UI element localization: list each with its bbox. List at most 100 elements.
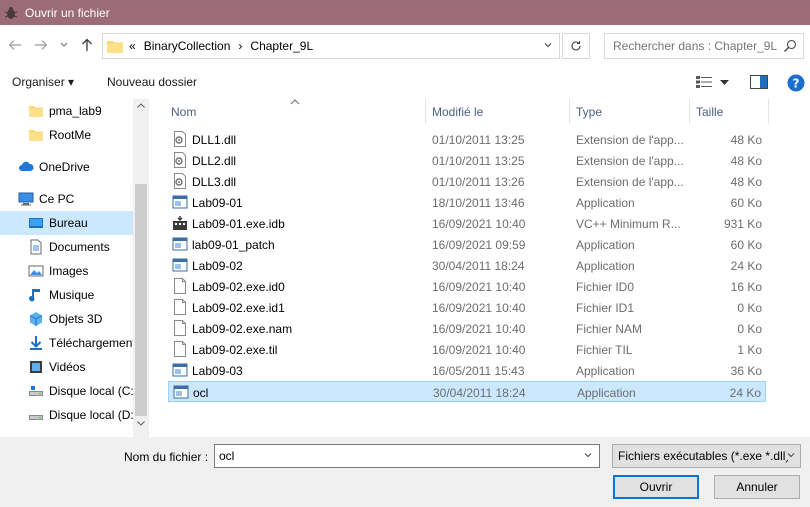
sidebar-item-images[interactable]: Images xyxy=(0,259,133,283)
breadcrumb-separator[interactable]: › xyxy=(238,39,242,53)
file-modified: 16/09/2021 10:40 xyxy=(432,322,526,336)
file-size: 48 Ko xyxy=(730,154,762,168)
sidebar-item-telechargements[interactable]: Téléchargements xyxy=(0,331,133,355)
idb-file-icon xyxy=(173,216,187,230)
breadcrumb: « BinaryCollection › Chapter_9L xyxy=(129,39,321,53)
application-icon xyxy=(172,195,188,209)
breadcrumb-overflow[interactable]: « xyxy=(129,39,136,53)
file-size: 60 Ko xyxy=(730,238,762,252)
help-icon[interactable]: ? xyxy=(787,74,805,92)
file-type: Extension de l'app... xyxy=(576,154,684,168)
file-row[interactable]: Lab09-02.exe.nam 16/09/2021 10:40 Fichier … xyxy=(168,318,766,339)
file-size: 48 Ko xyxy=(730,175,762,189)
scroll-down-icon[interactable] xyxy=(137,421,145,426)
column-header-type[interactable]: Type xyxy=(569,99,689,124)
dll-file-icon xyxy=(174,131,186,147)
sidebar-item-disque-c[interactable]: Disque local (C:) xyxy=(0,379,133,403)
file-name: ocl xyxy=(193,386,209,400)
download-icon xyxy=(30,336,42,350)
file-modified: 16/09/2021 10:40 xyxy=(432,217,526,231)
column-header-modified[interactable]: Modifié le xyxy=(425,99,569,124)
arrow-right-icon xyxy=(35,40,48,50)
file-row[interactable]: lab09-01_patch 16/09/2021 09:59 Applicatio… xyxy=(168,234,766,255)
sidebar-item-rootme[interactable]: RootMe xyxy=(0,123,133,147)
desktop-icon xyxy=(29,218,43,228)
forward-button[interactable] xyxy=(32,36,50,54)
file-modified: 16/09/2021 10:40 xyxy=(432,280,526,294)
preview-pane-icon[interactable] xyxy=(750,75,768,89)
file-row[interactable]: Lab09-02.exe.til 16/09/2021 10:40 Fichier … xyxy=(168,339,766,360)
search-box[interactable] xyxy=(604,33,804,59)
file-row[interactable]: DLL1.dll 01/10/2011 13:25 Extension de l'a… xyxy=(168,129,766,150)
sidebar-item-videos[interactable]: Vidéos xyxy=(0,355,133,379)
sidebar-item-label: Images xyxy=(49,264,89,278)
chevron-down-icon[interactable] xyxy=(543,40,553,50)
file-type: Extension de l'app... xyxy=(576,175,684,189)
file-row[interactable]: Lab09-02 30/04/2011 18:24 Application 24 Ko xyxy=(168,255,766,276)
file-modified: 16/09/2021 10:40 xyxy=(432,343,526,357)
filename-input[interactable] xyxy=(219,449,569,463)
computer-icon xyxy=(18,192,34,206)
file-modified: 16/05/2011 15:43 xyxy=(432,364,525,378)
column-header-name[interactable]: Nom xyxy=(164,99,424,124)
scrollbar-thumb[interactable] xyxy=(135,184,147,416)
search-input[interactable] xyxy=(613,39,783,53)
sidebar-item-ce-pc[interactable]: Ce PC xyxy=(0,187,133,211)
open-button[interactable]: Ouvrir xyxy=(613,475,699,499)
sidebar-item-pma-lab9[interactable]: pma_lab9 xyxy=(0,99,133,123)
sidebar-item-bureau[interactable]: Bureau xyxy=(0,211,133,235)
breadcrumb-item-binarycollection[interactable]: BinaryCollection xyxy=(144,39,231,53)
music-icon xyxy=(29,289,40,302)
sidebar-item-documents[interactable]: Documents xyxy=(0,235,133,259)
file-name: Lab09-02 xyxy=(192,259,243,273)
recent-locations-button[interactable] xyxy=(58,36,70,54)
cancel-button[interactable]: Annuler xyxy=(714,475,800,499)
column-header-size[interactable]: Taille xyxy=(689,99,769,124)
sidebar-item-disque-d[interactable]: Disque local (D:) xyxy=(0,403,133,427)
file-icon xyxy=(174,278,186,294)
breadcrumb-item-chapter-9l[interactable]: Chapter_9L xyxy=(250,39,313,53)
file-row[interactable]: Lab09-01.exe.idb 16/09/2021 10:40 VC++ Min… xyxy=(168,213,766,234)
address-bar[interactable]: « BinaryCollection › Chapter_9L xyxy=(102,33,560,59)
file-type-value: Fichiers exécutables (*.exe *.dll) xyxy=(618,449,790,463)
sidebar-item-label: pma_lab9 xyxy=(49,104,102,118)
new-folder-button[interactable]: Nouveau dossier xyxy=(107,75,197,89)
refresh-button[interactable] xyxy=(562,33,590,59)
scroll-up-icon[interactable] xyxy=(137,103,145,108)
file-row[interactable]: ocl 30/04/2011 18:24 Application 24 Ko xyxy=(168,381,766,402)
file-size: 24 Ko xyxy=(729,386,761,400)
chevron-down-icon[interactable] xyxy=(720,80,729,86)
file-row[interactable]: Lab09-01 18/10/2011 13:46 Application 60 Ko xyxy=(168,192,766,213)
filename-combobox[interactable] xyxy=(214,444,600,468)
up-button[interactable] xyxy=(78,36,96,54)
chevron-down-icon[interactable] xyxy=(583,450,593,460)
application-icon xyxy=(172,363,188,377)
back-button[interactable] xyxy=(6,36,24,54)
sidebar-item-musique[interactable]: Musique xyxy=(0,283,133,307)
file-name: Lab09-02.exe.id1 xyxy=(192,301,285,315)
file-size: 0 Ko xyxy=(737,301,762,315)
file-modified: 01/10/2011 13:25 xyxy=(432,133,525,147)
file-row[interactable]: Lab09-02.exe.id1 16/09/2021 10:40 Fichier … xyxy=(168,297,766,318)
file-row[interactable]: Lab09-03 16/05/2011 15:43 Application 36 Ko xyxy=(168,360,766,381)
cloud-icon xyxy=(19,161,34,171)
sidebar-item-objets-3d[interactable]: Objets 3D xyxy=(0,307,133,331)
column-separator[interactable] xyxy=(768,99,769,124)
file-list: Nom Modifié le Type Taille DLL1.dll 01/10… xyxy=(164,99,810,437)
video-icon xyxy=(30,361,42,373)
file-row[interactable]: Lab09-02.exe.id0 16/09/2021 10:40 Fichier … xyxy=(168,276,766,297)
organize-button[interactable]: Organiser ▾ xyxy=(12,75,74,89)
sidebar-scrollbar[interactable] xyxy=(133,99,149,437)
file-row[interactable]: DLL3.dll 01/10/2011 13:26 Extension de l'a… xyxy=(168,171,766,192)
sidebar-item-label: Documents xyxy=(49,240,110,254)
file-name: Lab09-01.exe.idb xyxy=(192,217,285,231)
application-icon xyxy=(172,237,188,251)
file-type-select[interactable]: Fichiers exécutables (*.exe *.dll) xyxy=(612,444,801,468)
file-name: Lab09-02.exe.til xyxy=(192,343,278,357)
file-row[interactable]: DLL2.dll 01/10/2011 13:25 Extension de l'a… xyxy=(168,150,766,171)
chevron-down-icon xyxy=(60,42,68,47)
view-details-icon[interactable] xyxy=(696,75,712,89)
file-size: 24 Ko xyxy=(730,259,762,273)
sidebar-item-label: Bureau xyxy=(49,216,88,230)
sidebar-item-onedrive[interactable]: OneDrive xyxy=(0,155,133,179)
